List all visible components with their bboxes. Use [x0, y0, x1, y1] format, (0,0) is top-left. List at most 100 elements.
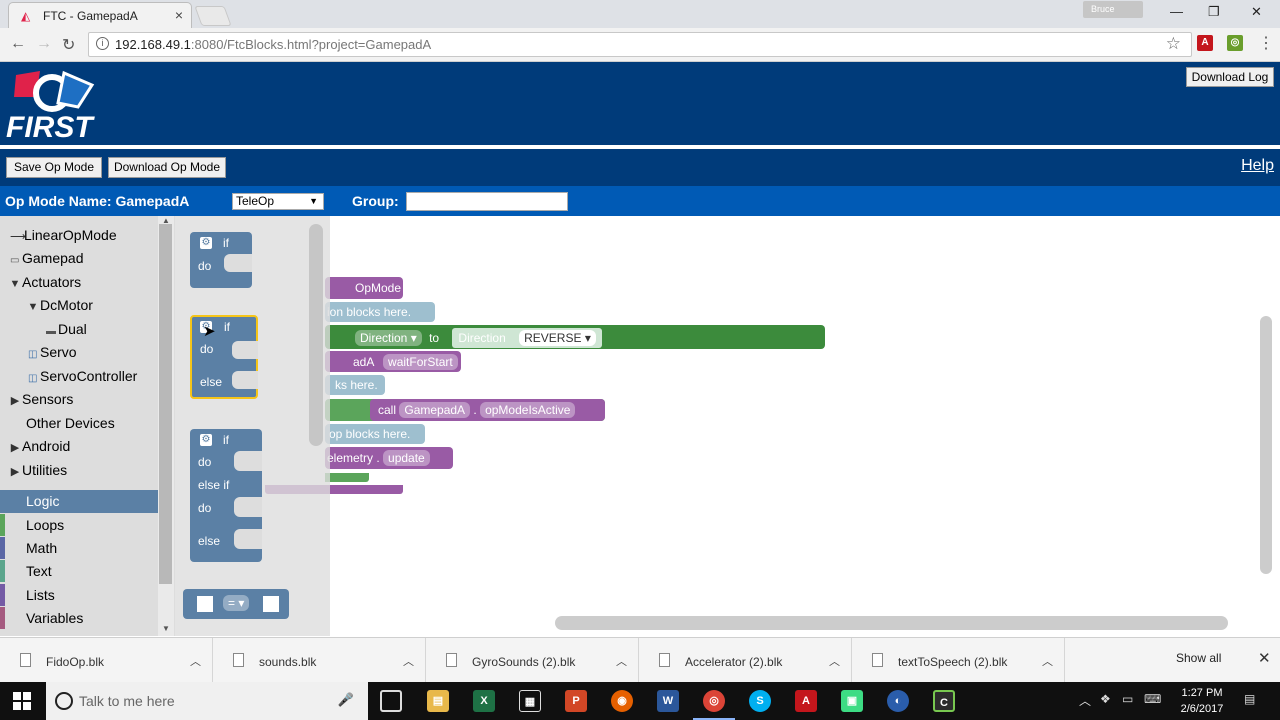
toolbox-item-variables[interactable]: Variables: [0, 607, 158, 630]
toolbox-item-sensors[interactable]: ▶ Sensors: [0, 388, 158, 411]
minimize-button[interactable]: —: [1170, 4, 1183, 19]
menu-icon[interactable]: ⋮: [1258, 33, 1274, 53]
reverse-field[interactable]: REVERSE ▾: [519, 330, 596, 346]
windows-start-icon[interactable]: [13, 692, 31, 710]
direction-property-field[interactable]: Direction ▾: [355, 330, 422, 346]
reload-icon[interactable]: ↻: [62, 35, 75, 55]
scroll-up-icon[interactable]: ▲: [162, 216, 170, 225]
workspace-vertical-scrollbar[interactable]: [1260, 316, 1272, 574]
loop-comment-block[interactable]: op blocks here.: [325, 424, 425, 444]
download-item[interactable]: FidoOp.blk ︿: [0, 638, 213, 683]
toolbox-item-dcmotor[interactable]: ▼ DcMotor: [0, 294, 158, 317]
group-input[interactable]: [406, 192, 568, 211]
back-icon[interactable]: ←: [10, 35, 26, 53]
toolbox-item-logic[interactable]: Logic: [0, 490, 158, 513]
download-item[interactable]: Accelerator (2).blk ︿: [639, 638, 852, 683]
acrobat-icon[interactable]: A: [795, 690, 817, 712]
if-do-block[interactable]: ⚙ if do: [190, 232, 252, 288]
gear-icon[interactable]: ⚙: [200, 237, 212, 249]
notifications-icon[interactable]: ▤: [1244, 692, 1255, 706]
gear-icon[interactable]: ⚙: [200, 434, 212, 446]
chrome-icon[interactable]: ◎: [703, 690, 725, 712]
forward-icon[interactable]: →: [36, 35, 52, 53]
tray-expand-icon[interactable]: ︿: [1079, 692, 1091, 709]
profile-button[interactable]: Bruce: [1083, 1, 1143, 18]
download-item[interactable]: textToSpeech (2).blk ︿: [852, 638, 1065, 683]
toolbox-item-text[interactable]: Text: [0, 560, 158, 583]
download-item[interactable]: GyroSounds (2).blk ︿: [426, 638, 639, 683]
cortana-search-box[interactable]: Talk to me here 🎤: [46, 682, 368, 720]
run-comment-block[interactable]: ks here.: [325, 375, 385, 395]
repeat-while-block[interactable]: call GamepadA . opModeIsActive: [325, 399, 605, 421]
chevron-up-icon[interactable]: ︿: [616, 653, 627, 669]
toolbox-item-lists[interactable]: Lists: [0, 584, 158, 607]
save-op-mode-button[interactable]: Save Op Mode: [6, 157, 102, 178]
toolbox-item-gamepad[interactable]: ▭ Gamepad: [0, 247, 158, 270]
wait-for-start-block[interactable]: adA waitForStart: [325, 351, 461, 372]
toolbox-item-loops[interactable]: Loops: [0, 514, 158, 537]
firefox-icon[interactable]: ◉: [611, 690, 633, 712]
toolbox-item-android[interactable]: ▶ Android: [0, 435, 158, 458]
close-window-button[interactable]: ✕: [1251, 4, 1262, 20]
chevron-up-icon[interactable]: ︿: [190, 653, 201, 669]
store-icon[interactable]: ▦: [519, 690, 541, 712]
word-icon[interactable]: W: [657, 690, 679, 712]
chevron-up-icon[interactable]: ︿: [829, 653, 840, 669]
restore-button[interactable]: ❐: [1208, 4, 1220, 20]
download-op-mode-button[interactable]: Download Op Mode: [108, 157, 226, 178]
skype-icon[interactable]: S: [749, 690, 771, 712]
bookmark-star-icon[interactable]: ☆: [1166, 34, 1181, 54]
init-comment-block[interactable]: ion blocks here.: [325, 302, 435, 322]
chevron-up-icon[interactable]: ︿: [403, 653, 414, 669]
compare-block[interactable]: = ▾: [183, 589, 289, 619]
toolbox-item-actuators[interactable]: ▼ Actuators: [0, 271, 158, 294]
android-studio-icon[interactable]: ▣: [841, 690, 863, 712]
compare-operator-field[interactable]: = ▾: [223, 595, 250, 611]
if-else-block[interactable]: ⚙ if do else: [190, 315, 258, 399]
toolbox-item-other-devices[interactable]: Other Devices: [0, 412, 158, 435]
microphone-icon[interactable]: 🎤: [338, 692, 354, 708]
system-clock[interactable]: 1:27 PM 2/6/2017: [1172, 685, 1232, 717]
close-downloads-icon[interactable]: ✕: [1258, 649, 1271, 667]
toolbox-item-dual[interactable]: ▬ Dual: [0, 318, 158, 341]
app-icon[interactable]: ◐: [887, 690, 909, 712]
workspace-horizontal-scrollbar[interactable]: [555, 616, 1228, 630]
pdf-extension-icon[interactable]: A: [1197, 35, 1213, 51]
op-mode-type-select[interactable]: TeleOp ▼: [232, 193, 324, 210]
url-field[interactable]: i 192.168.49.1:8080/FtcBlocks.html?proje…: [88, 32, 1192, 57]
file-explorer-icon[interactable]: ▤: [427, 690, 449, 712]
download-log-button[interactable]: Download Log: [1186, 67, 1274, 87]
new-tab-button[interactable]: [194, 6, 232, 26]
toolbox-scrollbar[interactable]: [159, 224, 172, 584]
telemetry-update-block[interactable]: elemetry . update: [325, 447, 453, 469]
call-op-mode-is-active-block[interactable]: call GamepadA . opModeIsActive: [370, 399, 605, 421]
browser-tab[interactable]: ◭ FTC - GamepadA ×: [8, 2, 192, 28]
set-direction-block[interactable]: Direction ▾ to Direction REVERSE ▾: [325, 325, 825, 349]
scroll-down-icon[interactable]: ▼: [162, 624, 170, 633]
show-all-downloads-button[interactable]: Show all: [1176, 651, 1221, 665]
blocks-workspace[interactable]: OpMode ion blocks here. Direction ▾ to D…: [175, 216, 1280, 636]
powerpoint-icon[interactable]: P: [565, 690, 587, 712]
info-icon[interactable]: i: [96, 37, 109, 50]
help-link[interactable]: Help: [1241, 157, 1274, 175]
flyout-scrollbar[interactable]: [309, 224, 323, 446]
task-view-icon[interactable]: [380, 690, 402, 712]
if-elseif-else-block[interactable]: ⚙ if do else if do else: [190, 429, 262, 562]
toolbox-item-servo[interactable]: ◫ Servo: [0, 341, 158, 364]
tab-close-icon[interactable]: ×: [175, 7, 183, 23]
toolbox-item-utilities[interactable]: ▶ Utilities: [0, 459, 158, 482]
excel-icon[interactable]: X: [473, 690, 495, 712]
chevron-up-icon[interactable]: ︿: [1042, 653, 1053, 669]
toolbox-item-servocontroller[interactable]: ◫ ServoController: [0, 365, 158, 388]
dropbox-icon[interactable]: ❖: [1100, 692, 1111, 706]
direction-enum-block[interactable]: Direction REVERSE ▾: [452, 328, 602, 348]
network-icon[interactable]: ▭: [1122, 692, 1133, 706]
opmode-function-block[interactable]: OpMode: [325, 277, 403, 299]
keyboard-icon[interactable]: ⌨: [1144, 692, 1161, 706]
toolbox-item-math[interactable]: Math: [0, 537, 158, 560]
camtasia-icon[interactable]: C: [933, 690, 955, 712]
extension-icon[interactable]: ◎: [1227, 35, 1243, 51]
toolbox-item-linearopmode[interactable]: ⟶LinearOpMode: [0, 224, 158, 247]
wait-for-start-field: waitForStart: [383, 354, 458, 370]
download-item[interactable]: sounds.blk ︿: [213, 638, 426, 683]
